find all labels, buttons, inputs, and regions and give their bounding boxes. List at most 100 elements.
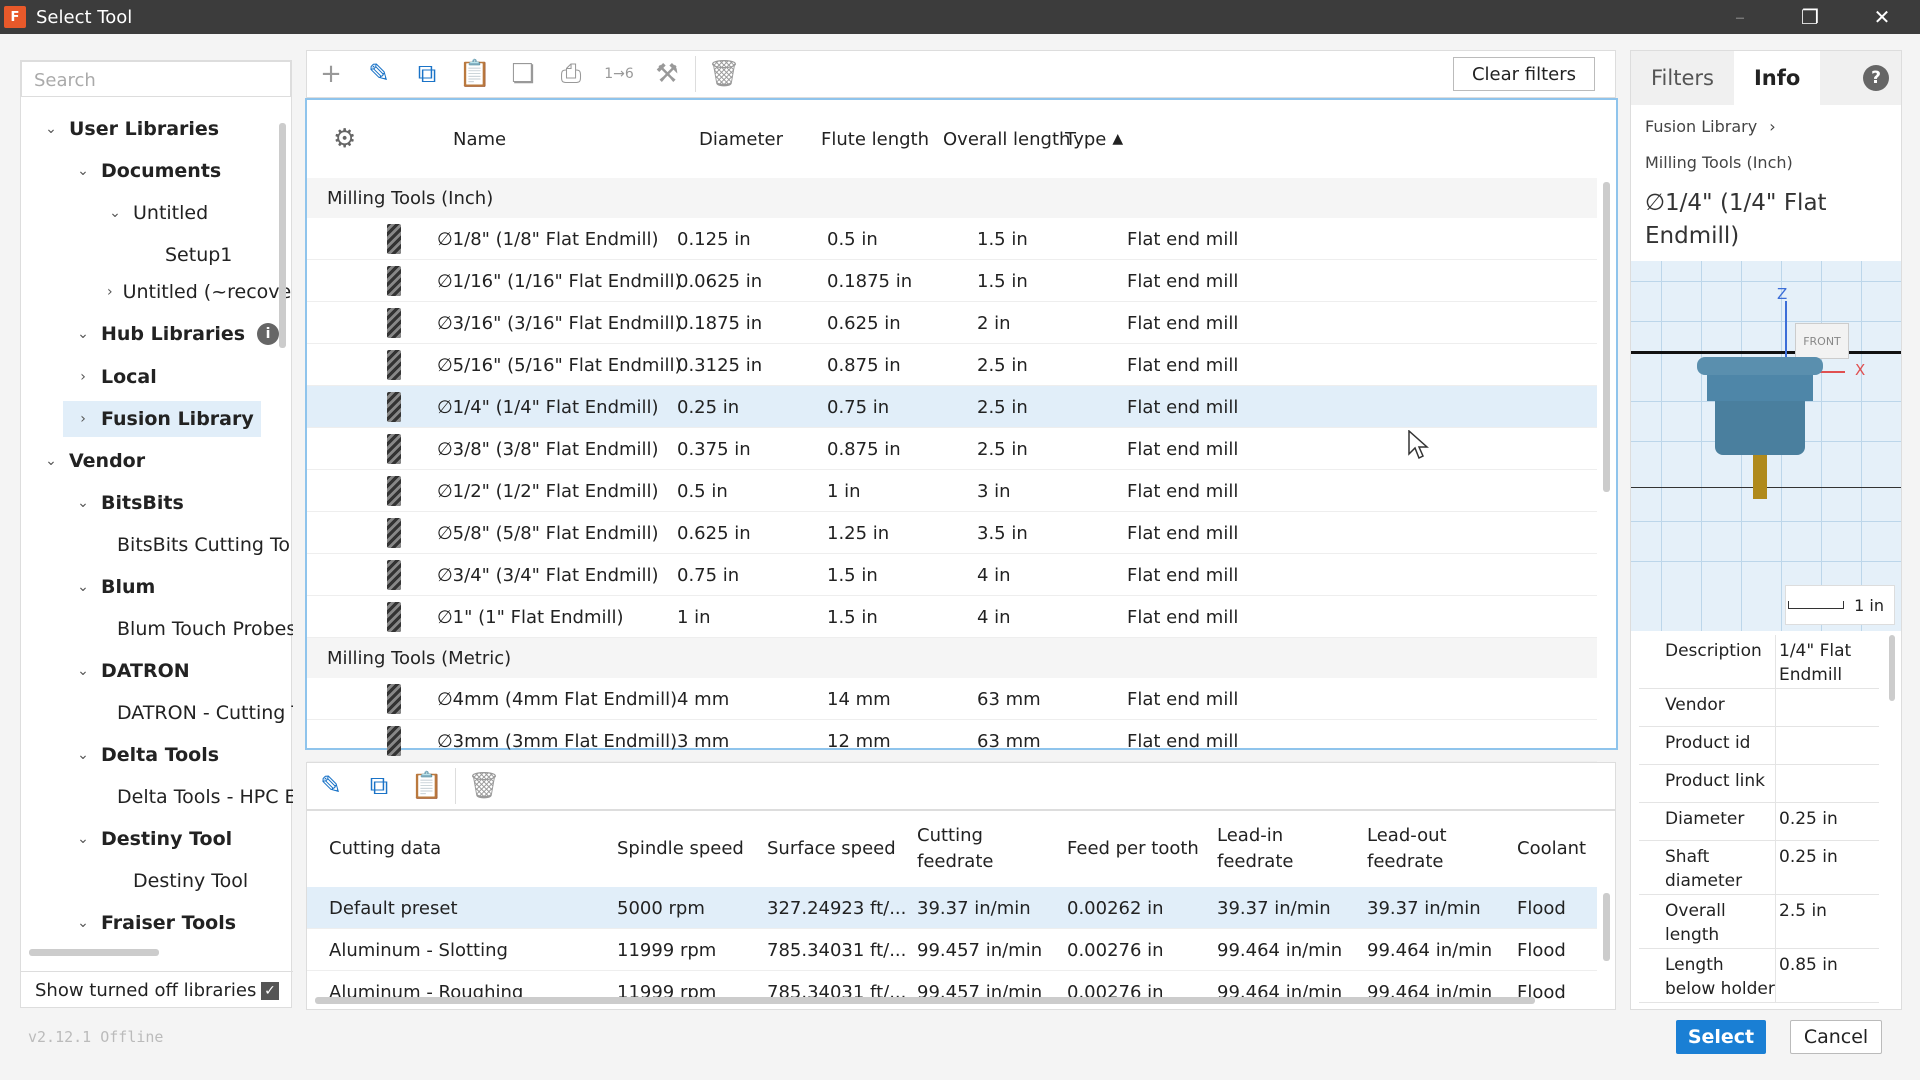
chevron-down-icon[interactable]: ⌄ <box>75 495 91 511</box>
table-row[interactable]: ∅3/4" (3/4" Flat Endmill) 0.75 in 1.5 in 4 … <box>307 554 1597 596</box>
info-icon[interactable]: i <box>257 323 279 345</box>
print-icon[interactable]: ⎙ <box>547 50 595 98</box>
group-header[interactable]: Milling Tools (Metric) <box>307 638 1597 678</box>
chevron-down-icon[interactable]: ⌄ <box>75 579 91 595</box>
presets-horizontal-scrollbar[interactable] <box>315 997 1535 1004</box>
tree-item[interactable]: ⌄ DATRON <box>21 653 279 689</box>
delete-icon[interactable]: 🗑 <box>700 50 748 98</box>
close-icon[interactable]: ✕ <box>1852 0 1912 34</box>
chevron-down-icon[interactable]: ⌄ <box>75 747 91 763</box>
header-leadin[interactable]: Lead-in feedrate <box>1217 811 1347 887</box>
tree-item[interactable]: ⌄ Fraiser Tools <box>21 905 279 941</box>
show-turned-off-libraries[interactable]: Show turned off libraries ✓ <box>21 971 293 1009</box>
tree-item[interactable]: ⌄ Destiny Tool <box>21 821 279 857</box>
preset-row[interactable]: Aluminum - Slotting 11999 rpm 785.34031 ft… <box>307 929 1597 971</box>
tree-item[interactable]: ⌄ User Libraries <box>21 111 279 147</box>
tree-item[interactable]: ⌄ Documents <box>21 153 279 189</box>
tool-preview[interactable]: Z FRONT X 1 in <box>1631 261 1901 631</box>
tree-item[interactable]: ⌄ BitsBits <box>21 485 279 521</box>
tree-item[interactable]: ⌄ Delta Tools <box>21 737 279 773</box>
select-button[interactable]: Select <box>1676 1020 1766 1054</box>
tree-item[interactable]: Destiny Tool <box>21 863 279 899</box>
presets-scrollbar[interactable] <box>1603 893 1610 961</box>
show-turned-off-checkbox[interactable]: ✓ <box>261 981 279 1000</box>
paste-icon[interactable]: 📋 <box>451 50 499 98</box>
duplicate-icon[interactable]: ❏ <box>499 50 547 98</box>
preset-delete-icon[interactable]: 🗑 <box>460 762 508 810</box>
table-row[interactable]: ∅3/16" (3/16" Flat Endmill) 0.1875 in 0.62… <box>307 302 1597 344</box>
table-row[interactable]: ∅1/8" (1/8" Flat Endmill) 0.125 in 0.5 in 1… <box>307 218 1597 260</box>
holder-icon[interactable]: ⚒ <box>643 50 691 98</box>
tree-item[interactable]: ⌄ Untitled <box>21 195 279 231</box>
search-input[interactable]: Search <box>21 61 291 97</box>
table-settings-icon[interactable]: ⚙ <box>333 100 356 178</box>
tree-item[interactable]: ⌄ Blum <box>21 569 279 605</box>
preset-row[interactable]: Aluminum - Roughing 11999 rpm 785.34031 ft… <box>307 971 1597 1009</box>
add-icon[interactable]: + <box>307 50 355 98</box>
tools-scrollbar[interactable] <box>1603 182 1610 492</box>
chevron-down-icon[interactable]: ⌄ <box>43 453 59 469</box>
properties-scrollbar[interactable] <box>1889 635 1895 701</box>
cancel-button[interactable]: Cancel <box>1790 1020 1882 1054</box>
preset-row[interactable]: Default preset 5000 rpm 327.24923 ft/... 39… <box>307 887 1597 929</box>
chevron-right-icon[interactable]: › <box>75 411 91 427</box>
tree-item[interactable]: › Untitled (~recove <box>21 274 291 310</box>
header-type[interactable]: Type ▲ <box>1065 100 1123 178</box>
tree-item[interactable]: Setup1 <box>21 237 279 273</box>
header-feed[interactable]: Cutting feedrate <box>917 811 1047 887</box>
preset-paste-icon[interactable]: 📋 <box>403 762 451 810</box>
chevron-down-icon[interactable]: ⌄ <box>43 121 59 137</box>
table-row[interactable]: ∅1" (1" Flat Endmill) 1 in 1.5 in 4 in Flat … <box>307 596 1597 638</box>
breadcrumb-library[interactable]: Fusion Library › <box>1645 117 1776 136</box>
table-row[interactable]: ∅4mm (4mm Flat Endmill) 4 mm 14 mm 63 mm Fla… <box>307 678 1597 720</box>
header-overall-length[interactable]: Overall length <box>943 100 1070 178</box>
table-row[interactable]: ∅5/16" (5/16" Flat Endmill) 0.3125 in 0.87… <box>307 344 1597 386</box>
view-cube[interactable]: FRONT <box>1795 323 1849 359</box>
chevron-right-icon[interactable]: › <box>107 284 113 300</box>
table-row[interactable]: ∅1/16" (1/16" Flat Endmill) 0.0625 in 0.18… <box>307 260 1597 302</box>
header-cutting[interactable]: Cutting data <box>329 811 599 887</box>
tree-horizontal-scrollbar[interactable] <box>29 949 159 956</box>
tree-item[interactable]: ⌄ Hub Libraries i <box>21 316 279 352</box>
header-fpt[interactable]: Feed per tooth <box>1067 811 1207 887</box>
header-flute-length[interactable]: Flute length <box>821 100 929 178</box>
table-row[interactable]: ∅3/8" (3/8" Flat Endmill) 0.375 in 0.875 i… <box>307 428 1597 470</box>
restore-icon[interactable]: ❐ <box>1780 0 1840 34</box>
tree-item[interactable]: Blum Touch Probes <box>21 611 293 647</box>
tab-info[interactable]: Info <box>1733 51 1821 105</box>
chevron-down-icon[interactable]: ⌄ <box>75 163 91 179</box>
chevron-down-icon[interactable]: ⌄ <box>75 326 91 342</box>
header-spindle[interactable]: Spindle speed <box>617 811 757 887</box>
tree-item[interactable]: › Fusion Library <box>63 401 261 437</box>
tree-item[interactable]: › Local <box>21 359 279 395</box>
header-coolant[interactable]: Coolant <box>1517 811 1607 887</box>
chevron-right-icon[interactable]: › <box>75 369 91 385</box>
copy-icon[interactable]: ⧉ <box>403 50 451 98</box>
group-header[interactable]: Milling Tools (Inch) <box>307 178 1597 218</box>
edit-icon[interactable]: ✎ <box>355 50 403 98</box>
chevron-down-icon[interactable]: ⌄ <box>75 663 91 679</box>
header-surface[interactable]: Surface speed <box>767 811 907 887</box>
table-row[interactable]: ∅3mm (3mm Flat Endmill) 3 mm 12 mm 63 mm Fla… <box>307 720 1597 762</box>
header-name[interactable]: Name <box>453 100 506 178</box>
preset-edit-icon[interactable]: ✎ <box>307 762 355 810</box>
tree-item[interactable]: DATRON - Cutting T <box>21 695 293 731</box>
tree-scrollbar[interactable] <box>279 123 286 348</box>
tree-item[interactable]: Delta Tools - HPC E <box>21 779 293 815</box>
table-row[interactable]: ∅1/2" (1/2" Flat Endmill) 0.5 in 1 in 3 in F… <box>307 470 1597 512</box>
header-leadout[interactable]: Lead-out feedrate <box>1367 811 1497 887</box>
header-diameter[interactable]: Diameter <box>699 100 783 178</box>
table-row[interactable]: ∅5/8" (5/8" Flat Endmill) 0.625 in 1.25 in… <box>307 512 1597 554</box>
tab-filters[interactable]: Filters <box>1631 51 1734 105</box>
help-icon[interactable]: ? <box>1863 65 1889 91</box>
renumber-icon[interactable]: 1→6 <box>595 50 643 98</box>
preset-copy-icon[interactable]: ⧉ <box>355 762 403 810</box>
table-row[interactable]: ∅1/4" (1/4" Flat Endmill) 0.25 in 0.75 in 2… <box>307 386 1597 428</box>
tree-item[interactable]: BitsBits Cutting To <box>21 527 290 563</box>
minimize-icon[interactable]: – <box>1710 0 1770 34</box>
chevron-down-icon[interactable]: ⌄ <box>75 915 91 931</box>
clear-filters-button[interactable]: Clear filters <box>1452 57 1595 91</box>
tree-item[interactable]: ⌄ Vendor <box>21 443 279 479</box>
chevron-down-icon[interactable]: ⌄ <box>107 205 123 221</box>
chevron-down-icon[interactable]: ⌄ <box>75 831 91 847</box>
